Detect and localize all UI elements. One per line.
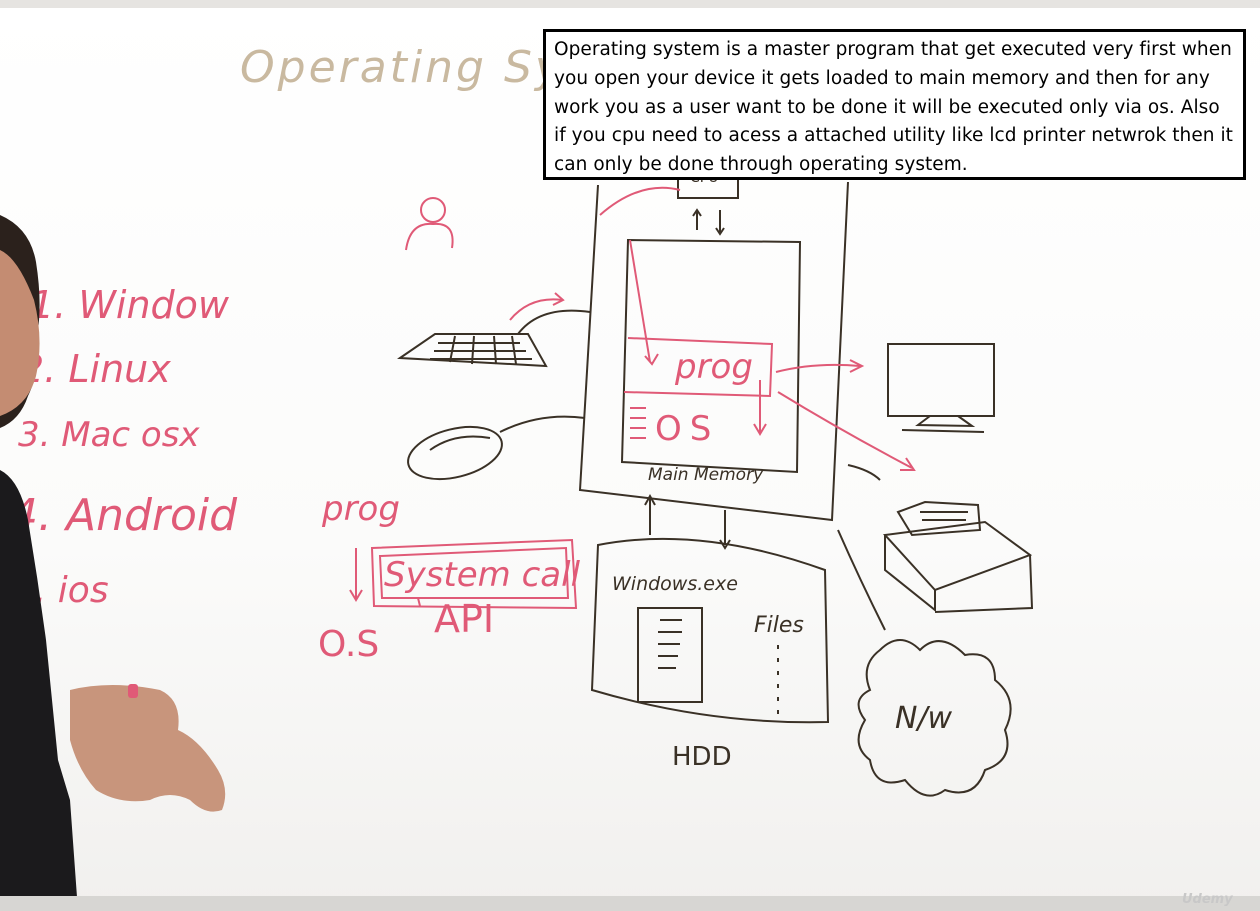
system-call-label: System call xyxy=(384,555,581,595)
files-label: Files xyxy=(754,613,804,638)
os-list: 1. Window 2. Linux 3. Mac osx 4. Android… xyxy=(10,283,238,611)
windows-exe-label: Windows.exe xyxy=(612,573,738,595)
network-label: N/w xyxy=(895,701,953,736)
hdd-icon xyxy=(590,493,886,724)
system-call-os-label: O.S xyxy=(318,624,379,665)
memory-prog-label: prog xyxy=(674,347,753,387)
explanation-note: Operating system is a master program tha… xyxy=(543,29,1246,180)
memory-os-label: OS xyxy=(655,409,719,449)
main-memory-label: Main Memory xyxy=(648,465,764,485)
printer-icon xyxy=(847,464,1034,613)
keyboard-icon xyxy=(397,292,591,368)
whiteboard-frame-bottom xyxy=(0,896,1260,911)
os-list-item-2: 2. Linux xyxy=(20,347,171,391)
udemy-watermark: Udemy xyxy=(1182,892,1233,907)
mouse-icon xyxy=(407,415,586,481)
hdd-label: HDD xyxy=(672,742,732,772)
memory-prog-region xyxy=(599,186,916,471)
user-icon xyxy=(405,197,454,251)
os-list-item-1: 1. Window xyxy=(30,283,230,327)
api-label: API xyxy=(434,597,494,641)
os-list-item-4: 4. Android xyxy=(10,490,238,541)
explanation-note-text: Operating system is a master program tha… xyxy=(554,39,1233,176)
monitor-icon xyxy=(887,343,995,433)
os-list-item-3: 3. Mac osx xyxy=(18,415,200,455)
system-call-prog-label: prog xyxy=(321,489,400,529)
